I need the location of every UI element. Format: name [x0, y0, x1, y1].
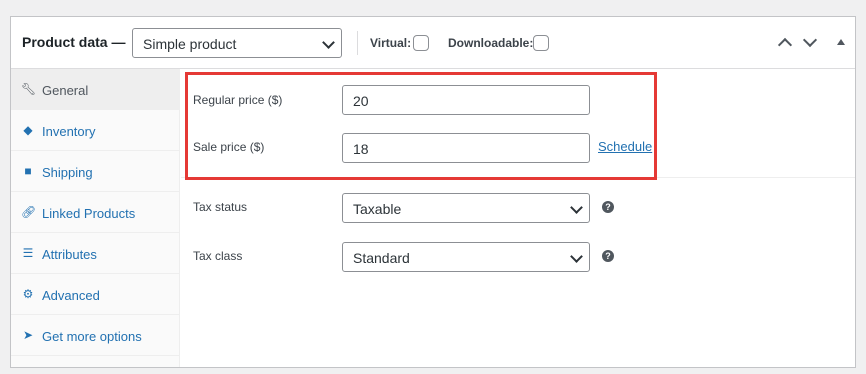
link-icon: 🔗︎ [21, 205, 37, 219]
tab-label: Inventory [42, 124, 96, 139]
tab-label: Shipping [42, 165, 93, 180]
tax-class-label: Tax class [193, 249, 243, 263]
wrench-icon: 🔧︎ [21, 82, 37, 96]
truck-icon: ■ [24, 164, 32, 178]
product-type-value: Simple product [143, 36, 237, 52]
help-icon[interactable]: ? [602, 250, 614, 262]
chevron-down-icon [570, 201, 583, 214]
tab-shipping[interactable]: ■ Shipping [11, 151, 180, 192]
plugin-icon: ➤ [22, 328, 34, 342]
tab-advanced[interactable]: ⚙ Advanced [11, 274, 180, 315]
tab-attributes[interactable]: ☰ Attributes [11, 233, 180, 274]
tax-status-value: Taxable [353, 201, 402, 217]
tab-inventory[interactable]: ◆ Inventory [11, 110, 180, 151]
tax-class-select[interactable]: Standard [342, 242, 590, 272]
product-data-panel: Product data — Simple product Virtual: D… [0, 0, 866, 374]
panel-title: Product data — [22, 34, 126, 50]
tab-get-more-options[interactable]: ➤ Get more options [11, 315, 180, 356]
help-icon[interactable]: ? [602, 201, 614, 213]
virtual-checkbox[interactable] [413, 35, 429, 51]
downloadable-label: Downloadable: [448, 36, 534, 50]
chevron-down-icon [570, 250, 583, 263]
tab-label: Advanced [42, 288, 100, 303]
header-separator [357, 31, 358, 55]
tax-status-label: Tax status [193, 200, 248, 214]
tab-label: Attributes [42, 247, 97, 262]
gear-icon: ⚙ [22, 287, 34, 301]
downloadable-checkbox[interactable] [533, 35, 549, 51]
price-highlight-box [185, 72, 657, 180]
move-down-icon[interactable] [802, 35, 818, 49]
tab-label: General [42, 83, 89, 98]
product-data-box: Product data — Simple product Virtual: D… [10, 16, 856, 368]
product-type-select[interactable]: Simple product [132, 28, 342, 58]
collapse-toggle-icon[interactable] [837, 39, 845, 45]
tab-label: Linked Products [42, 206, 136, 221]
list-icon: ☰ [22, 246, 34, 260]
tax-status-select[interactable]: Taxable [342, 193, 590, 223]
tab-label: Get more options [42, 329, 142, 344]
move-up-icon[interactable] [777, 35, 793, 49]
chevron-down-icon [322, 36, 335, 49]
product-data-tabs: 🔧︎ General ◆ Inventory ■ Shipping 🔗︎ Lin… [11, 69, 180, 367]
tax-class-value: Standard [353, 250, 410, 266]
tab-linked-products[interactable]: 🔗︎ Linked Products [11, 192, 180, 233]
tab-general[interactable]: 🔧︎ General [11, 69, 180, 110]
product-data-header: Product data — Simple product Virtual: D… [11, 17, 855, 69]
virtual-label: Virtual: [370, 36, 412, 50]
tag-icon: ◆ [23, 123, 33, 137]
